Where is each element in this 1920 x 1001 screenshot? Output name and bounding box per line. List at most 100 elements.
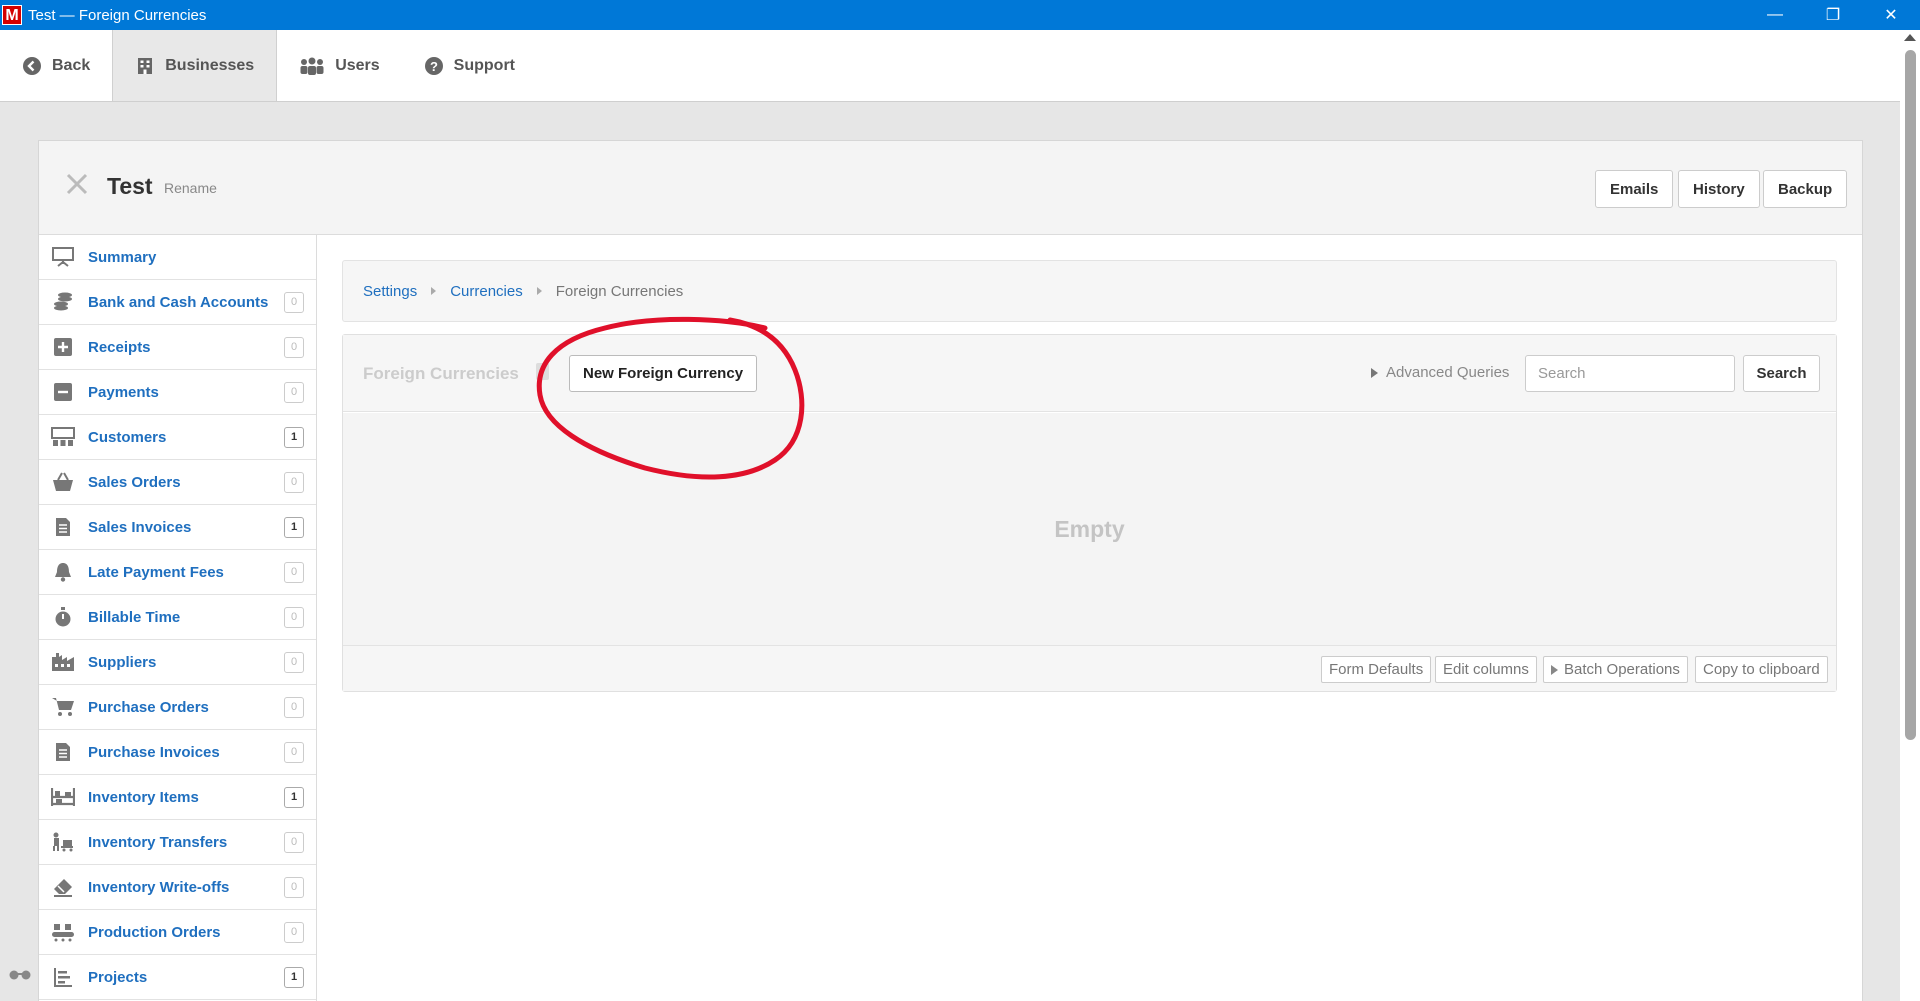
- cart-icon: [51, 696, 75, 718]
- sidebar-item-customers[interactable]: Customers 1: [39, 415, 316, 460]
- breadcrumb-currencies[interactable]: Currencies: [450, 283, 523, 300]
- sidebar-item-label: Sales Orders: [88, 473, 181, 491]
- question-icon: ?: [424, 56, 444, 76]
- top-navigation: Back Businesses Users ? Support: [0, 30, 1900, 102]
- minus-square-icon: [51, 381, 75, 403]
- sidebar-item-label: Summary: [88, 248, 157, 266]
- scroll-thumb[interactable]: [1905, 50, 1916, 740]
- copy-to-clipboard-button[interactable]: Copy to clipboard: [1695, 656, 1828, 683]
- sidebar-item-purchase-orders[interactable]: Purchase Orders 0: [39, 685, 316, 730]
- sidebar-item-purchase-invoices[interactable]: Purchase Invoices 0: [39, 730, 316, 775]
- conveyor-icon: [51, 921, 75, 943]
- advanced-queries-label: Advanced Queries: [1386, 364, 1510, 381]
- new-foreign-currency-button[interactable]: New Foreign Currency: [569, 355, 758, 392]
- window-controls: — ❐ ✕: [1746, 0, 1920, 30]
- edit-columns-button[interactable]: Edit columns: [1435, 656, 1537, 683]
- eraser-icon: [51, 876, 75, 898]
- nav-support[interactable]: ? Support: [402, 30, 537, 101]
- plus-square-icon: [51, 336, 75, 358]
- sidebar-item-inventory-transfers[interactable]: Inventory Transfers 0: [39, 820, 316, 865]
- sidebar-item-label: Suppliers: [88, 653, 157, 671]
- users-icon: [299, 56, 325, 76]
- count-badge: 0: [284, 922, 304, 943]
- count-badge: 0: [284, 337, 304, 358]
- module-sidebar: Summary Bank and Cash Accounts 0 Receipt…: [39, 235, 317, 1001]
- sidebar-item-summary[interactable]: Summary: [39, 235, 316, 280]
- minimize-button[interactable]: —: [1746, 0, 1804, 30]
- breadcrumb-arrow-icon: [431, 287, 437, 295]
- app-logo-icon: M: [2, 5, 22, 25]
- window-titlebar: M Test — Foreign Currencies — ❐ ✕: [0, 0, 1920, 30]
- nav-businesses-label: Businesses: [165, 56, 255, 74]
- batch-operations-button[interactable]: Batch Operations: [1543, 656, 1688, 683]
- scroll-up-arrow-icon[interactable]: [1904, 34, 1916, 41]
- count-badge: 0: [284, 697, 304, 718]
- empty-state: Empty: [343, 413, 1836, 645]
- foreign-currencies-list: Foreign Currencies New Foreign Currency …: [342, 334, 1837, 692]
- count-badge: 1: [284, 517, 304, 538]
- sidebar-item-label: Customers: [88, 428, 167, 446]
- breadcrumb: Settings Currencies Foreign Currencies: [342, 260, 1837, 322]
- nav-users[interactable]: Users: [277, 30, 401, 101]
- breadcrumb-settings[interactable]: Settings: [363, 283, 417, 300]
- sidebar-item-label: Payments: [88, 383, 159, 401]
- search-input[interactable]: [1525, 355, 1735, 392]
- history-button[interactable]: History: [1678, 170, 1760, 208]
- close-business-icon[interactable]: [64, 171, 90, 197]
- maximize-button[interactable]: ❐: [1804, 0, 1862, 30]
- sidebar-item-inventory-items[interactable]: Inventory Items 1: [39, 775, 316, 820]
- advanced-queries-toggle[interactable]: Advanced Queries: [1371, 364, 1509, 381]
- rename-link[interactable]: Rename: [164, 180, 217, 196]
- document-icon: [51, 516, 75, 538]
- sidebar-item-receipts[interactable]: Receipts 0: [39, 325, 316, 370]
- sidebar-item-production-orders[interactable]: Production Orders 0: [39, 910, 316, 955]
- backup-button[interactable]: Backup: [1763, 170, 1848, 208]
- customers-icon: [51, 426, 75, 448]
- factory-icon: [51, 651, 75, 673]
- sidebar-item-late-payment-fees[interactable]: Late Payment Fees 0: [39, 550, 316, 595]
- nav-users-label: Users: [335, 56, 380, 74]
- sidebar-item-label: Production Orders: [88, 923, 221, 941]
- sidebar-item-sales-invoices[interactable]: Sales Invoices 1: [39, 505, 316, 550]
- sidebar-item-label: Billable Time: [88, 608, 181, 626]
- sidebar-item-projects[interactable]: Projects 1: [39, 955, 316, 1000]
- glasses-icon[interactable]: [8, 966, 32, 984]
- list-footer: Form Defaults Edit columns Batch Operati…: [343, 645, 1836, 691]
- sidebar-item-inventory-write-offs[interactable]: Inventory Write-offs 0: [39, 865, 316, 910]
- expand-arrow-icon: [1371, 367, 1378, 378]
- forklift-icon: [51, 831, 75, 853]
- sidebar-item-label: Inventory Transfers: [88, 833, 228, 851]
- search-button[interactable]: Search: [1743, 355, 1820, 392]
- sidebar-item-label: Bank and Cash Accounts: [88, 293, 269, 311]
- stopwatch-icon: [51, 606, 75, 628]
- sidebar-item-sales-orders[interactable]: Sales Orders 0: [39, 460, 316, 505]
- count-badge: 0: [284, 652, 304, 673]
- count-badge: 1: [284, 967, 304, 988]
- nav-back[interactable]: Back: [0, 30, 112, 101]
- sidebar-item-label: Late Payment Fees: [88, 563, 224, 581]
- count-badge: 0: [284, 607, 304, 628]
- svg-text:?: ?: [430, 59, 438, 74]
- back-arrow-icon: [22, 56, 42, 76]
- expand-arrow-icon: [1551, 664, 1558, 675]
- page-scrollbar[interactable]: [1900, 30, 1920, 1001]
- business-header: Test Rename Emails History Backup: [39, 141, 1862, 235]
- form-defaults-button[interactable]: Form Defaults: [1321, 656, 1432, 683]
- count-badge: 0: [284, 382, 304, 403]
- sidebar-item-suppliers[interactable]: Suppliers 0: [39, 640, 316, 685]
- presentation-icon: [51, 246, 75, 268]
- sidebar-item-label: Inventory Write-offs: [88, 878, 230, 896]
- close-window-button[interactable]: ✕: [1862, 0, 1920, 30]
- nav-businesses[interactable]: Businesses: [112, 30, 278, 101]
- sidebar-item-billable-time[interactable]: Billable Time 0: [39, 595, 316, 640]
- info-icon: [536, 363, 549, 380]
- basket-icon: [51, 471, 75, 493]
- coins-icon: [51, 291, 75, 313]
- emails-button[interactable]: Emails: [1595, 170, 1674, 208]
- nav-back-label: Back: [52, 56, 91, 74]
- sidebar-item-payments[interactable]: Payments 0: [39, 370, 316, 415]
- list-title: Foreign Currencies: [363, 364, 519, 383]
- document-icon: [51, 741, 75, 763]
- sidebar-item-bank-and-cash-accounts[interactable]: Bank and Cash Accounts 0: [39, 280, 316, 325]
- building-icon: [135, 56, 155, 76]
